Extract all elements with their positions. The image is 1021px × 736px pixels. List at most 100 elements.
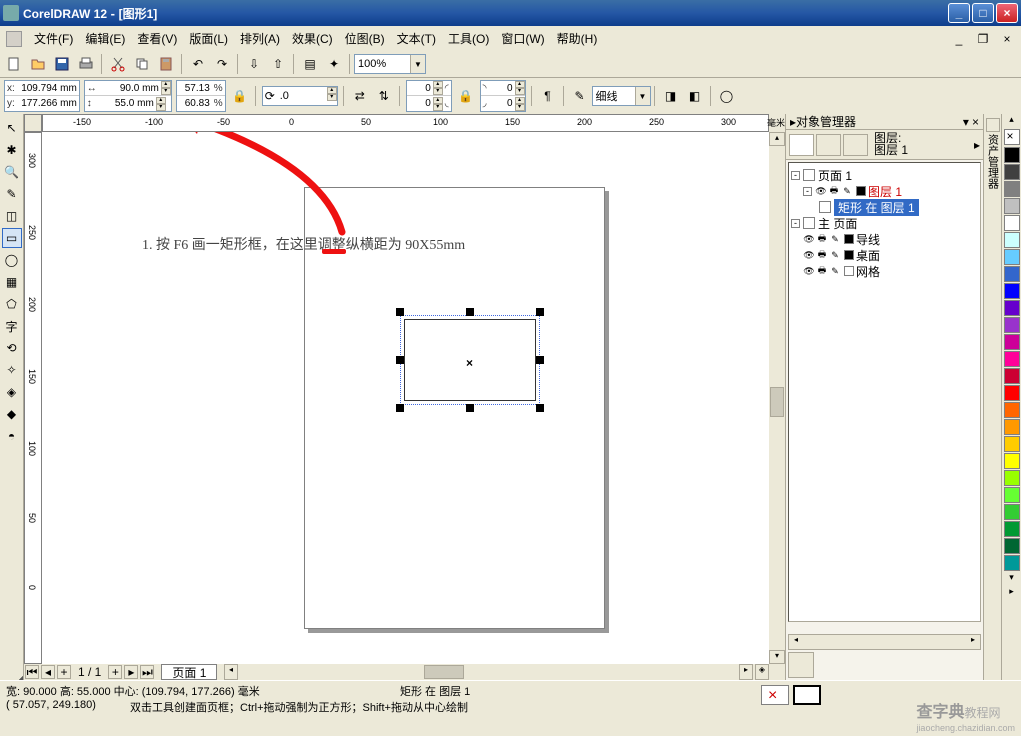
ruler-horizontal[interactable]: -150-100-50050100150200250300 [42,114,769,132]
color-swatch[interactable] [1004,538,1020,554]
corner-lock-button[interactable]: 🔒 [455,85,477,107]
color-swatch[interactable] [1004,300,1020,316]
to-front-button[interactable]: ◨ [660,85,682,107]
shape-tool[interactable]: ✱ [2,140,22,160]
cut-button[interactable] [107,53,129,75]
eye-icon[interactable]: 👁 [803,265,815,277]
freehand-tool[interactable]: ✎ [2,184,22,204]
view-tab-2[interactable] [816,134,841,156]
page-tab[interactable]: 页面 1 [161,664,217,680]
handle-mr[interactable] [536,356,544,364]
outline-width-combo[interactable]: ▼ [592,86,651,106]
color-swatch[interactable] [1004,436,1020,452]
eyedropper-tool[interactable]: ✧ [2,360,22,380]
tree-toggle[interactable]: - [791,219,800,228]
smart-draw-tool[interactable]: ◫ [2,206,22,226]
rotation-input[interactable] [277,87,327,105]
outline-width-input[interactable] [593,87,635,105]
x-input[interactable] [17,81,79,95]
basic-shapes-tool[interactable]: ⬠ [2,294,22,314]
pencil-icon[interactable]: ✎ [829,233,841,245]
fill-swatch[interactable]: × [761,685,789,705]
ruler-origin[interactable] [24,114,42,132]
eye-icon[interactable]: 👁 [803,233,815,245]
tree-toggle[interactable]: - [791,171,800,180]
color-swatch[interactable] [1004,470,1020,486]
palette-up[interactable]: ▴ [1009,114,1014,128]
menu-edit[interactable]: 编辑(E) [79,28,131,49]
color-swatch[interactable] [1004,317,1020,333]
page-last[interactable]: ⏭ [140,665,154,679]
color-swatch[interactable] [1004,351,1020,367]
pencil-icon[interactable]: ✎ [829,265,841,277]
convert-curves-button[interactable]: ◯ [716,85,738,107]
handle-tm[interactable] [466,308,474,316]
view-tab-1[interactable] [789,134,814,156]
zoom-dropdown[interactable]: ▼ [410,55,425,73]
mirror-v-button[interactable]: ⇅ [373,85,395,107]
menu-layout[interactable]: 版面(L) [183,28,234,49]
tree-guides[interactable]: 导线 [856,231,880,248]
minimize-button[interactable]: _ [948,3,970,23]
zoom-input[interactable] [355,55,410,73]
scale-x-input[interactable] [177,81,212,95]
rectangle-tool[interactable]: ▭ [2,228,22,248]
docker-titlebar[interactable]: ▸对象管理器 ▾ × [786,114,983,130]
tree-page[interactable]: 页面 1 [818,167,852,184]
interactive-fill-tool[interactable]: ◓ [2,426,22,446]
menu-view[interactable]: 查看(V) [131,28,183,49]
palette-flyout[interactable]: ▸ [1009,586,1014,600]
eye-icon[interactable]: 👁 [803,249,815,261]
paste-button[interactable] [155,53,177,75]
page-add-before[interactable]: + [57,665,71,679]
text-wrap-button[interactable]: ¶ [537,85,559,107]
tree-grid[interactable]: 网格 [856,263,880,280]
menu-arrange[interactable]: 排列(A) [234,28,286,49]
color-swatch[interactable] [1004,334,1020,350]
page-first[interactable]: ⏮ [25,665,39,679]
menu-bitmaps[interactable]: 位图(B) [339,28,391,49]
print-icon[interactable]: 🖶 [816,233,828,245]
mdi-icon[interactable] [6,31,22,47]
menu-effects[interactable]: 效果(C) [286,28,339,49]
corner-tl-input[interactable] [407,81,433,95]
color-swatch[interactable] [1004,368,1020,384]
layer-color-icon[interactable] [844,234,854,244]
mdi-restore[interactable]: ❐ [972,28,994,50]
docker-flyout-icon[interactable]: ▸ [974,138,980,152]
docker-hscroll[interactable]: ◂ ▸ [788,634,981,650]
undo-button[interactable]: ↶ [187,53,209,75]
handle-bm[interactable] [466,404,474,412]
palette-down[interactable]: ▾ [1009,572,1014,586]
docker-tab-icon[interactable] [986,118,1000,132]
save-button[interactable] [51,53,73,75]
layer-color-icon[interactable] [856,186,866,196]
blend-tool[interactable]: ⟲ [2,338,22,358]
handle-ml[interactable] [396,356,404,364]
object-tree[interactable]: -页面 1 - 👁🖶✎ 图层 1 矩形 在 图层 1 -主 页面 👁🖶✎ 导线 … [788,162,981,622]
color-swatch[interactable] [1004,419,1020,435]
menu-help[interactable]: 帮助(H) [551,28,604,49]
menu-window[interactable]: 窗口(W) [495,28,550,49]
color-swatch[interactable] [1004,487,1020,503]
rotation-combo[interactable]: ⟳ ▴▾ [262,86,338,106]
page-next[interactable]: ▸ [124,665,138,679]
corel-online-button[interactable]: ✦ [323,53,345,75]
menu-text[interactable]: 文本(T) [391,28,442,49]
menu-tools[interactable]: 工具(O) [442,28,495,49]
print-icon[interactable]: 🖶 [816,265,828,277]
tree-toggle[interactable]: - [803,187,812,196]
redo-button[interactable]: ↷ [211,53,233,75]
no-fill-swatch[interactable] [1004,129,1020,145]
tree-layer1[interactable]: 图层 1 [868,183,902,200]
outline-swatch[interactable] [793,685,821,705]
color-swatch[interactable] [1004,164,1020,180]
color-swatch[interactable] [1004,266,1020,282]
export-button[interactable]: ⇧ [267,53,289,75]
to-back-button[interactable]: ◧ [684,85,706,107]
docker-tab-label[interactable]: 资产管理器 [985,134,1001,189]
print-button[interactable] [75,53,97,75]
width-input[interactable] [99,81,161,95]
new-button[interactable] [3,53,25,75]
text-tool[interactable]: 字 [2,316,22,336]
